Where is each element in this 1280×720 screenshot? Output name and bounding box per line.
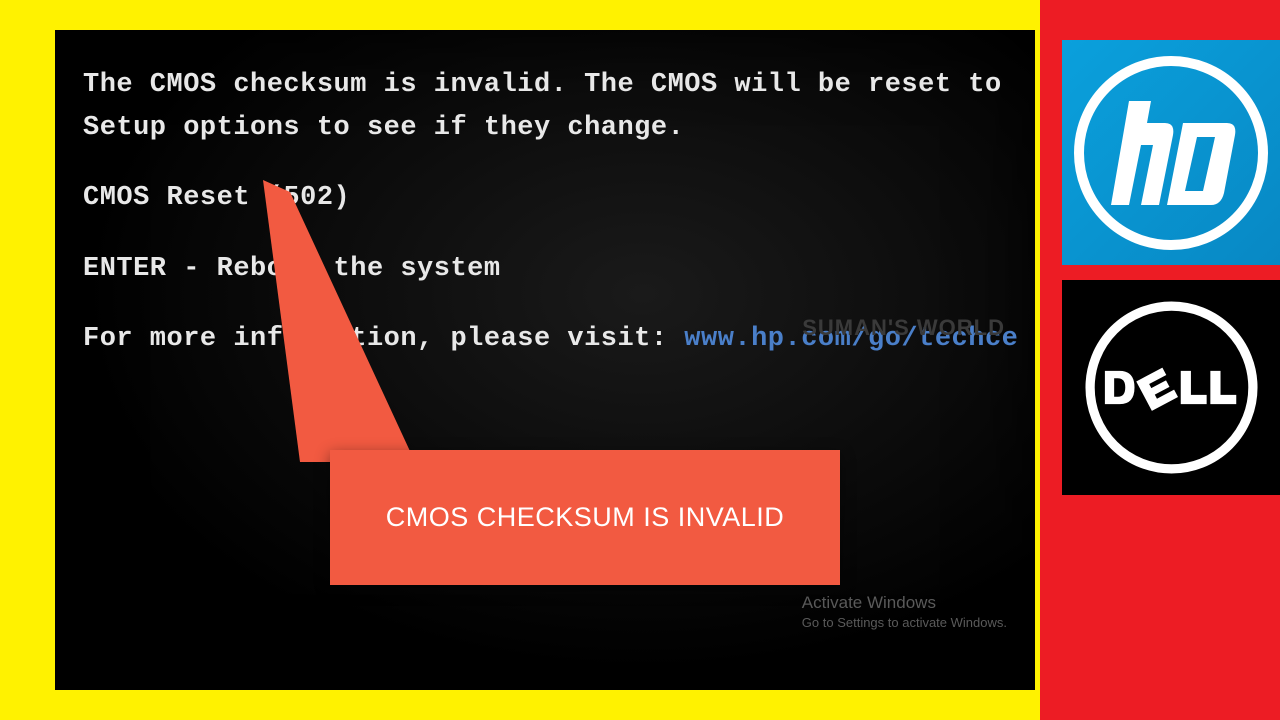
dell-logo-icon bbox=[1079, 295, 1264, 480]
hp-logo-panel bbox=[1062, 40, 1280, 265]
dell-logo-panel bbox=[1062, 280, 1280, 495]
activate-title: Activate Windows bbox=[802, 593, 1007, 613]
bios-line-3: CMOS Reset (502) bbox=[83, 178, 1018, 219]
channel-watermark: SUMAN'S WORLD bbox=[802, 315, 1005, 341]
bios-line-2: Setup options to see if they change. bbox=[83, 108, 1018, 149]
bios-info-text: For more information, please visit: bbox=[83, 324, 684, 354]
bios-screen: The CMOS checksum is invalid. The CMOS w… bbox=[55, 30, 1035, 690]
activate-windows-watermark: Activate Windows Go to Settings to activ… bbox=[802, 593, 1007, 630]
activate-sub: Go to Settings to activate Windows. bbox=[802, 615, 1007, 630]
callout-box: CMOS CHECKSUM IS INVALID bbox=[330, 450, 840, 585]
bios-line-1: The CMOS checksum is invalid. The CMOS w… bbox=[83, 65, 1018, 106]
bios-line-4: ENTER - Reboot the system bbox=[83, 249, 1018, 290]
callout-text: CMOS CHECKSUM IS INVALID bbox=[386, 502, 785, 533]
hp-logo-icon bbox=[1071, 53, 1271, 253]
